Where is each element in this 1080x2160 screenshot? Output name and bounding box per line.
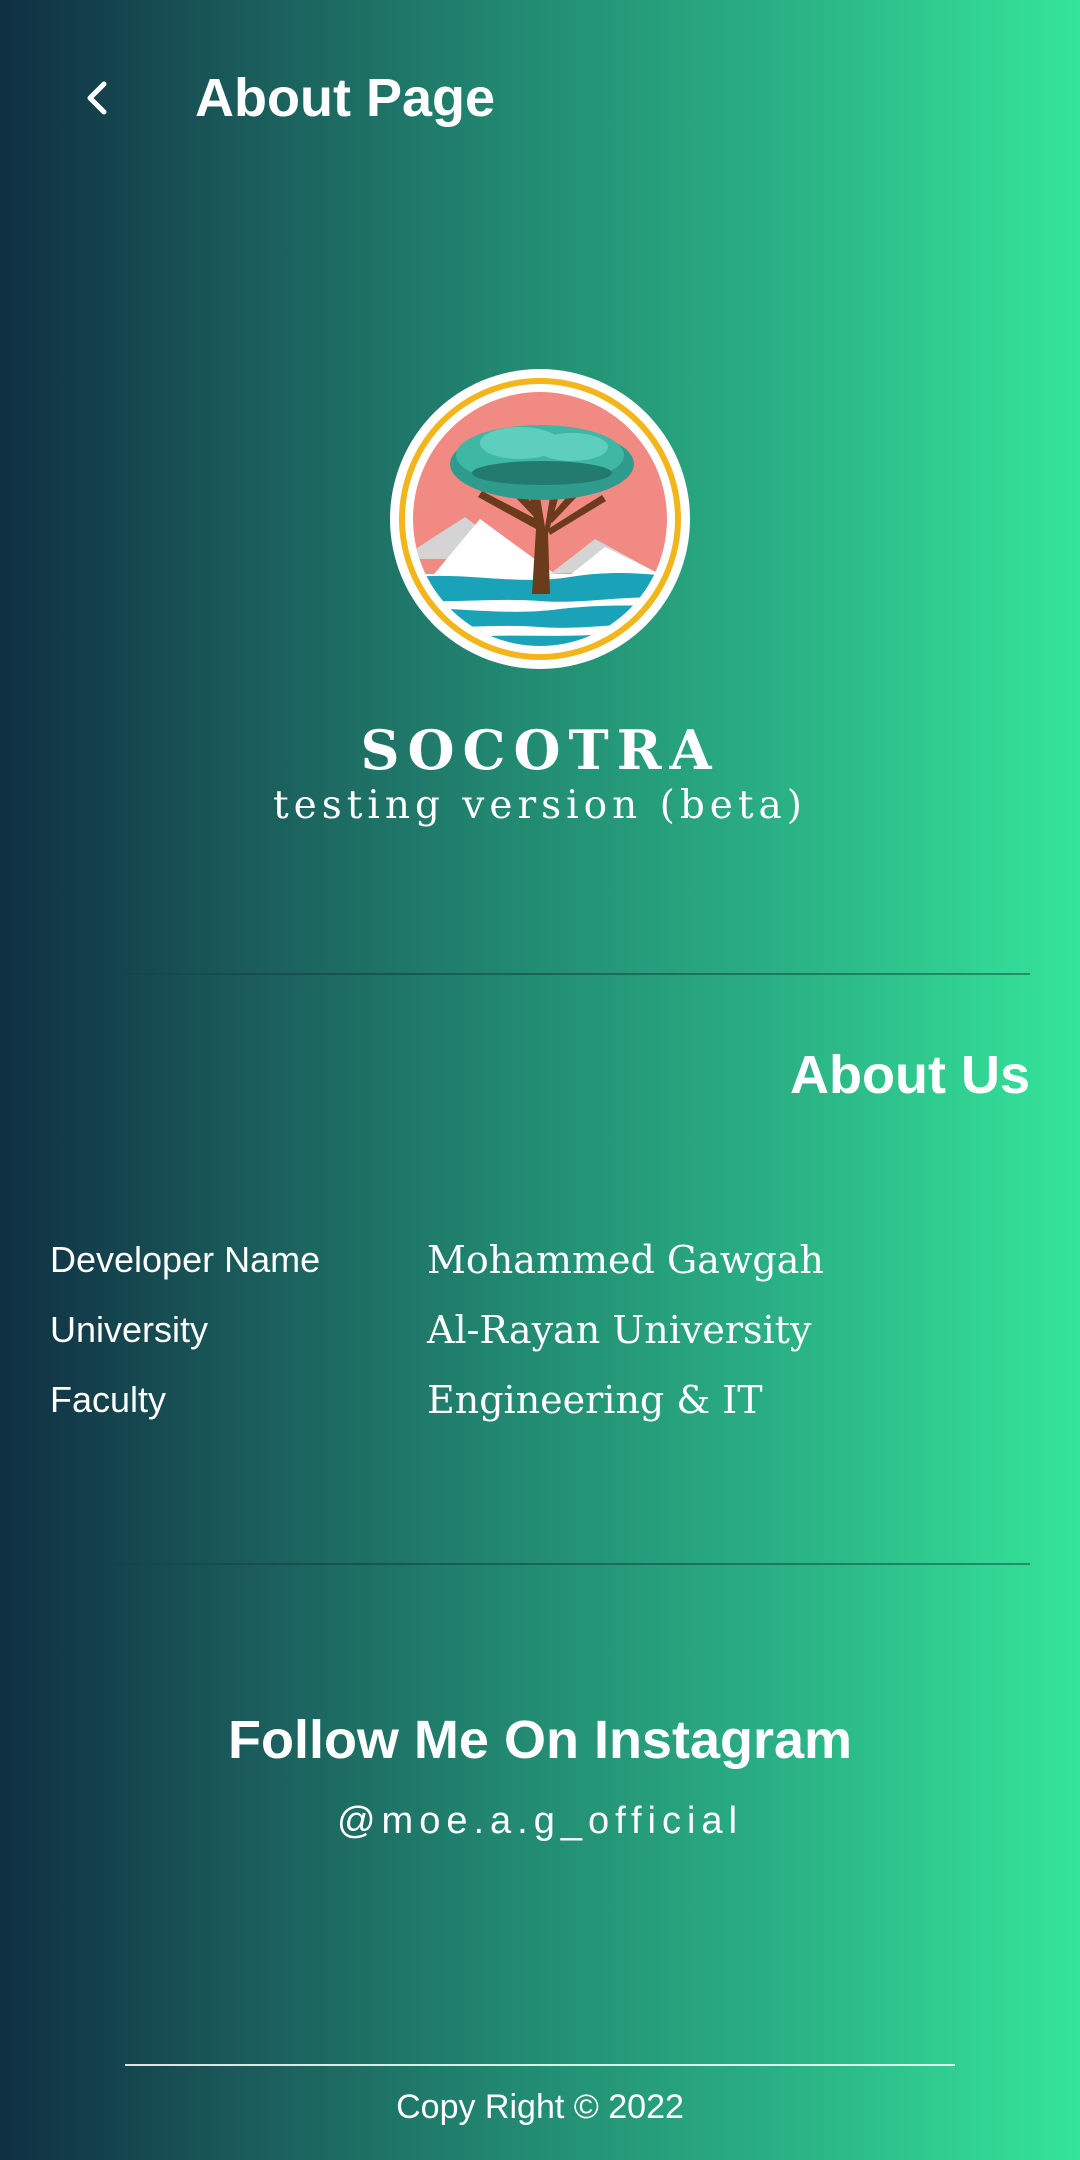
info-row-faculty: Faculty Engineering & IT <box>50 1365 1030 1435</box>
university-label: University <box>50 1309 209 1350</box>
app-logo <box>390 369 690 669</box>
faculty-value: Engineering & IT <box>427 1378 763 1422</box>
footer-divider <box>125 2064 955 2066</box>
info-row-university: University Al-Rayan University <box>50 1295 1030 1365</box>
app-bar: About Page <box>0 0 1080 192</box>
follow-instagram-title: Follow Me On Instagram <box>227 1710 853 1770</box>
copyright-text: Copy Right © 2022 <box>396 2088 684 2126</box>
instagram-handle-link[interactable]: @moe.a.g_official <box>0 1795 1080 1847</box>
back-button[interactable] <box>62 62 134 134</box>
developer-name-value: Mohammed Gawgah <box>427 1238 824 1282</box>
faculty-label: Faculty <box>50 1379 167 1420</box>
chevron-left-icon <box>87 81 107 115</box>
page-title: About Page <box>195 68 496 128</box>
section-divider <box>50 1563 1030 1565</box>
app-name: SOCOTRA <box>360 718 720 782</box>
info-table: Developer Name Mohammed Gawgah Universit… <box>50 1225 1030 1435</box>
about-us-title: About Us <box>790 1045 1030 1105</box>
section-divider <box>50 973 1030 975</box>
info-row-developer: Developer Name Mohammed Gawgah <box>50 1225 1030 1295</box>
app-version: testing version (beta) <box>272 783 808 828</box>
university-value: Al-Rayan University <box>427 1308 812 1352</box>
developer-name-label: Developer Name <box>50 1239 321 1280</box>
